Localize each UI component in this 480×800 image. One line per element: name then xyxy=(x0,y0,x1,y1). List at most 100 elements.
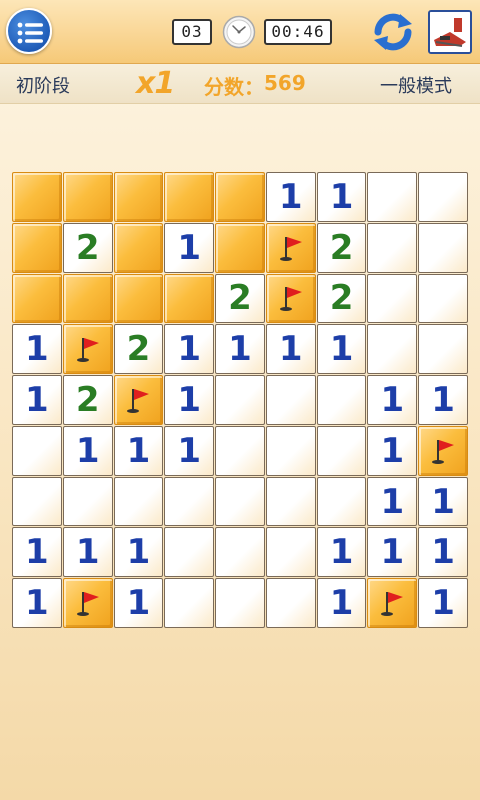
cell-hidden[interactable] xyxy=(164,273,215,324)
score-value: 569 xyxy=(264,71,306,95)
cell-number[interactable]: 1 xyxy=(316,324,367,375)
cell-hidden[interactable] xyxy=(12,172,62,222)
cell-number[interactable]: 1 xyxy=(418,578,468,628)
cell-number[interactable]: 1 xyxy=(265,172,316,222)
cell-empty[interactable] xyxy=(265,375,316,425)
cell-number-label: 2 xyxy=(126,329,151,370)
cell-number[interactable]: 1 xyxy=(113,527,164,578)
cell-empty[interactable] xyxy=(316,425,367,476)
cell-number[interactable]: 1 xyxy=(12,375,62,425)
cell-number-label: 2 xyxy=(75,379,100,420)
cell-hidden[interactable] xyxy=(12,222,62,273)
cell-hidden[interactable] xyxy=(113,222,164,273)
cell-number-label: 1 xyxy=(431,532,455,573)
cell-empty[interactable] xyxy=(265,476,316,527)
cell-number[interactable]: 1 xyxy=(164,425,215,476)
cell-empty[interactable] xyxy=(215,375,265,425)
cell-empty[interactable] xyxy=(418,172,468,222)
cell-empty[interactable] xyxy=(164,476,215,527)
cell-number[interactable]: 2 xyxy=(113,324,164,375)
cell-empty[interactable] xyxy=(12,476,62,527)
cell-number[interactable]: 2 xyxy=(316,222,367,273)
cell-number[interactable]: 2 xyxy=(215,273,265,324)
cell-empty[interactable] xyxy=(12,425,62,476)
cell-empty[interactable] xyxy=(215,578,265,628)
cell-number[interactable]: 1 xyxy=(367,476,418,527)
cell-number[interactable]: 1 xyxy=(62,527,113,578)
cell-empty[interactable] xyxy=(265,425,316,476)
mine-counter: 03 xyxy=(172,19,212,45)
cell-number[interactable]: 1 xyxy=(316,578,367,628)
cell-flagged[interactable] xyxy=(62,324,113,375)
cell-hidden[interactable] xyxy=(113,273,164,324)
cell-hidden[interactable] xyxy=(113,172,164,222)
cell-number[interactable]: 1 xyxy=(418,527,468,578)
cell-number[interactable]: 2 xyxy=(62,375,113,425)
cell-number[interactable]: 1 xyxy=(418,476,468,527)
cell-flagged[interactable] xyxy=(113,375,164,425)
cell-hidden[interactable] xyxy=(12,273,62,324)
cell-empty[interactable] xyxy=(265,578,316,628)
flag-icon xyxy=(381,592,404,617)
cell-number[interactable]: 1 xyxy=(367,527,418,578)
cell-number[interactable]: 1 xyxy=(12,578,62,628)
cell-number-label: 1 xyxy=(431,583,455,624)
flag-icon xyxy=(127,388,150,413)
cell-number[interactable]: 1 xyxy=(113,425,164,476)
cell-number[interactable]: 1 xyxy=(215,324,265,375)
cell-flagged[interactable] xyxy=(418,425,468,476)
cell-empty[interactable] xyxy=(418,273,468,324)
cell-number[interactable]: 1 xyxy=(265,324,316,375)
refresh-icon[interactable] xyxy=(370,10,416,54)
cell-empty[interactable] xyxy=(164,527,215,578)
cell-number[interactable]: 1 xyxy=(12,324,62,375)
cell-number[interactable]: 1 xyxy=(418,375,468,425)
game-mode[interactable]: 一般模式 xyxy=(380,72,452,98)
cell-number[interactable]: 1 xyxy=(316,527,367,578)
cell-number[interactable]: 1 xyxy=(164,222,215,273)
cell-empty[interactable] xyxy=(367,172,418,222)
cell-number[interactable]: 1 xyxy=(62,425,113,476)
cell-number-label: 1 xyxy=(329,329,354,370)
cell-number[interactable]: 1 xyxy=(367,425,418,476)
cell-hidden[interactable] xyxy=(215,172,265,222)
cell-empty[interactable] xyxy=(367,222,418,273)
cell-flagged[interactable] xyxy=(265,222,316,273)
menu-button[interactable] xyxy=(6,8,52,54)
cell-flagged[interactable] xyxy=(62,578,113,628)
cell-empty[interactable] xyxy=(164,578,215,628)
cell-empty[interactable] xyxy=(215,425,265,476)
cell-empty[interactable] xyxy=(62,476,113,527)
cell-hidden[interactable] xyxy=(164,172,215,222)
score-label: 分数： xyxy=(204,75,264,99)
cell-number[interactable]: 1 xyxy=(113,578,164,628)
cell-empty[interactable] xyxy=(265,527,316,578)
cell-number[interactable]: 1 xyxy=(367,375,418,425)
cell-empty[interactable] xyxy=(215,476,265,527)
cell-number[interactable]: 1 xyxy=(164,324,215,375)
theme-button[interactable] xyxy=(428,10,472,54)
cell-empty[interactable] xyxy=(215,527,265,578)
cell-flagged[interactable] xyxy=(367,578,418,628)
cell-empty[interactable] xyxy=(367,324,418,375)
cell-number[interactable]: 2 xyxy=(62,222,113,273)
cell-empty[interactable] xyxy=(113,476,164,527)
cell-number[interactable]: 1 xyxy=(316,172,367,222)
top-bar: 03 00:46 xyxy=(0,0,480,64)
cell-flagged[interactable] xyxy=(265,273,316,324)
menu-icon xyxy=(17,22,43,44)
cell-number-label: 1 xyxy=(177,379,202,420)
cell-hidden[interactable] xyxy=(215,222,265,273)
cell-hidden[interactable] xyxy=(62,273,113,324)
cell-empty[interactable] xyxy=(316,476,367,527)
cell-number[interactable]: 2 xyxy=(316,273,367,324)
cell-number[interactable]: 1 xyxy=(12,527,62,578)
cell-empty[interactable] xyxy=(418,222,468,273)
cell-empty[interactable] xyxy=(418,324,468,375)
cell-hidden[interactable] xyxy=(62,172,113,222)
cell-empty[interactable] xyxy=(367,273,418,324)
cell-number-label: 1 xyxy=(25,329,49,370)
cell-empty[interactable] xyxy=(316,375,367,425)
cell-number-label: 1 xyxy=(380,481,405,522)
cell-number[interactable]: 1 xyxy=(164,375,215,425)
